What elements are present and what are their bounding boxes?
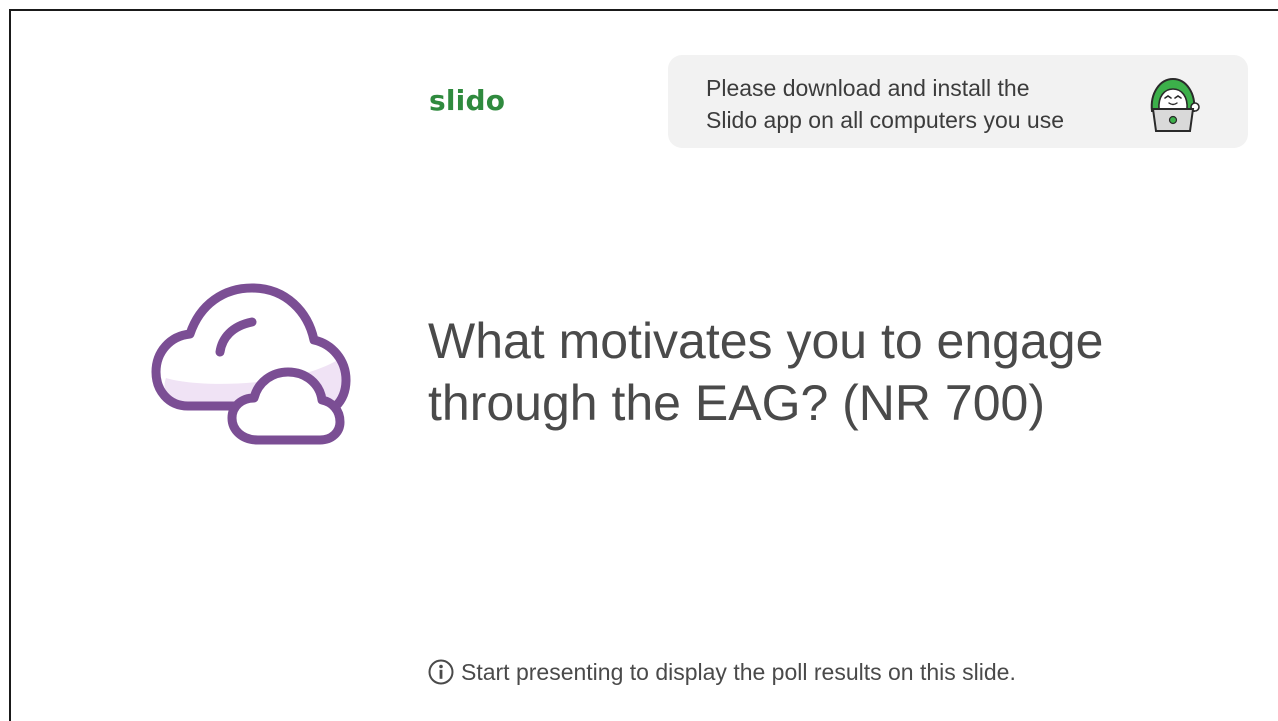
install-app-banner: Please download and install the Slido ap…: [668, 55, 1248, 148]
slido-logo: slido: [429, 84, 506, 117]
install-app-message: Please download and install the Slido ap…: [706, 75, 1064, 133]
presenting-hint-text: Start presenting to display the poll res…: [461, 658, 1016, 685]
slido-mascot-laptop-icon: [1150, 77, 1200, 132]
word-cloud-icon: [151, 283, 351, 445]
poll-question-title: What motivates you to engage through the…: [428, 313, 1104, 431]
info-icon: [428, 659, 454, 685]
presenting-hint: Start presenting to display the poll res…: [428, 657, 1016, 687]
